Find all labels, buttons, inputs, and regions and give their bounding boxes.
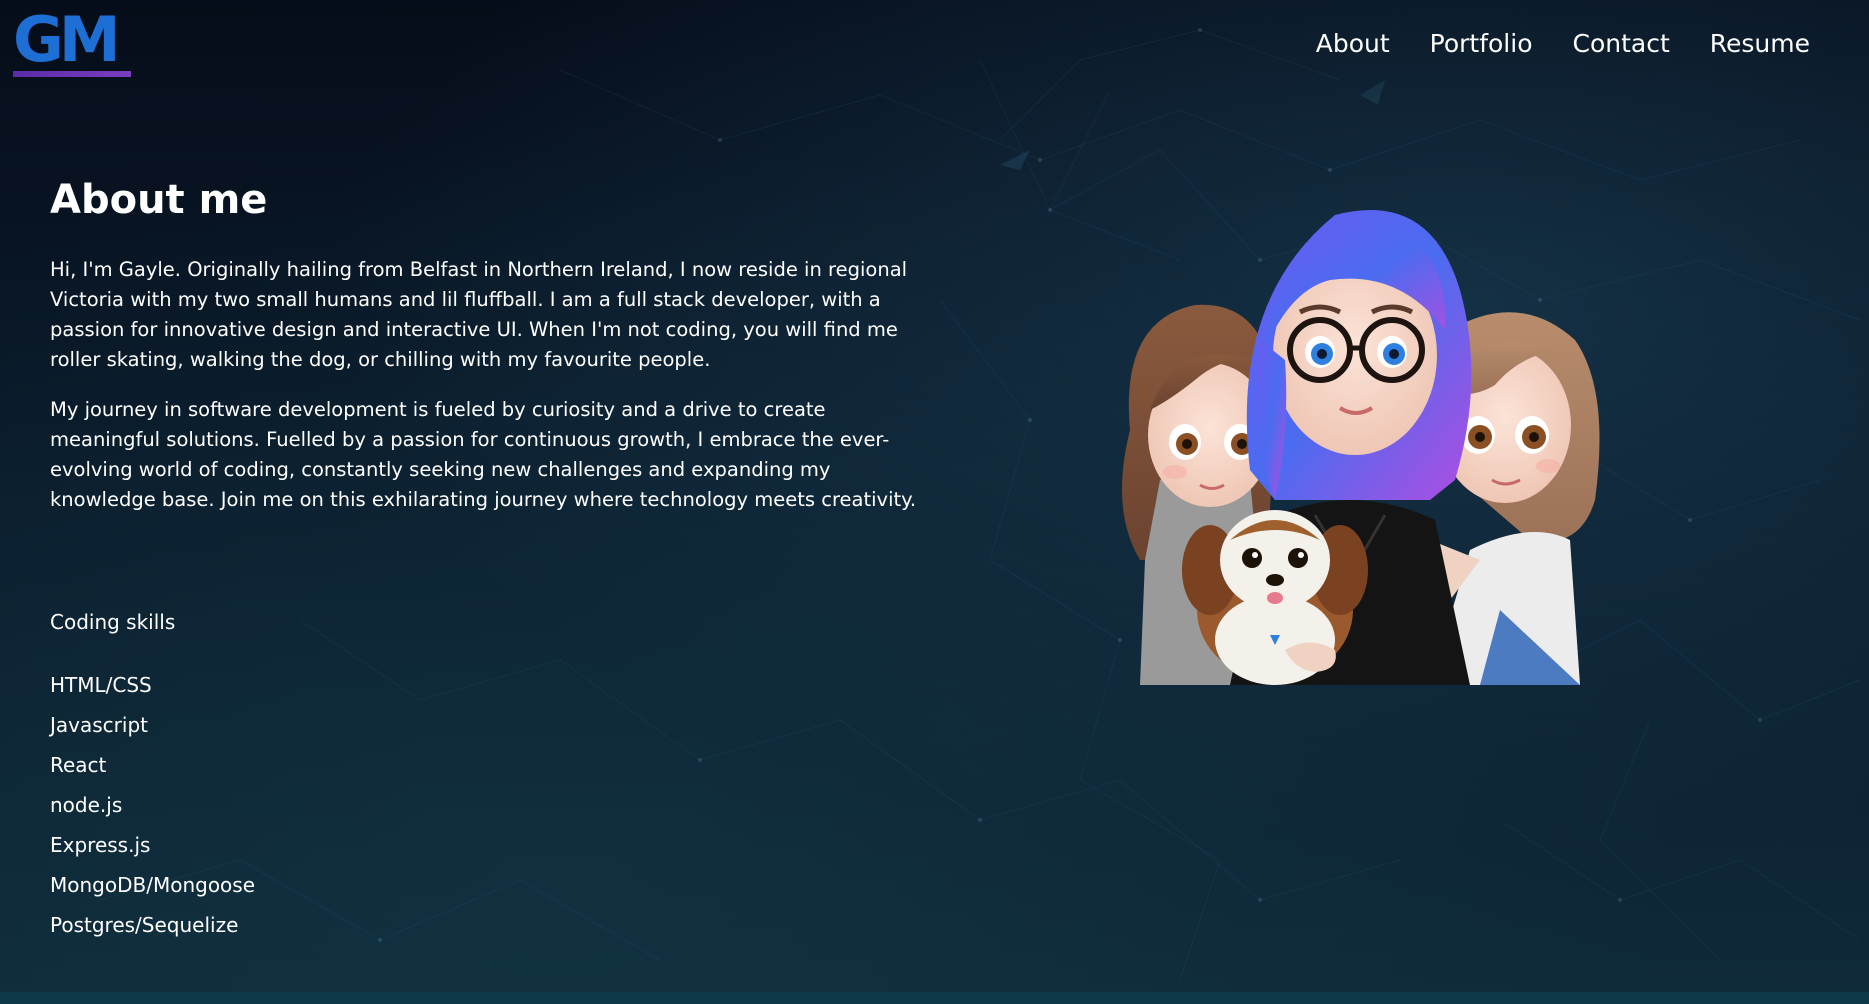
skill-item: MongoDB/Mongoose xyxy=(50,873,256,897)
nav-link-resume[interactable]: Resume xyxy=(1710,24,1810,64)
about-heading: About me xyxy=(50,177,268,223)
about-bio: Hi, I'm Gayle. Originally hailing from B… xyxy=(50,255,920,535)
logo-underline xyxy=(13,71,131,77)
skill-item: React xyxy=(50,753,107,777)
skill-item: Postgres/Sequelize xyxy=(50,913,239,937)
skills-heading: Coding skills xyxy=(50,610,176,634)
nav-link-about[interactable]: About xyxy=(1316,24,1390,64)
skill-item: HTML/CSS xyxy=(50,673,152,697)
bio-paragraph-journey: My journey in software development is fu… xyxy=(50,398,917,511)
skill-item: Express.js xyxy=(50,833,151,857)
family-avatar-illustration xyxy=(1122,210,1600,685)
bio-paragraph-intro: Hi, I'm Gayle. Originally hailing from B… xyxy=(50,258,908,371)
logo-text: GM xyxy=(13,3,121,76)
skill-item: Javascript xyxy=(50,713,148,737)
footer-strip xyxy=(0,992,1869,1004)
nav-link-portfolio[interactable]: Portfolio xyxy=(1430,24,1533,64)
coding-skills-section: Coding skills HTML/CSS Javascript React … xyxy=(50,607,255,945)
gm-logo-link[interactable]: GM xyxy=(13,3,131,77)
main-nav: About Portfolio Contact Resume xyxy=(1316,24,1810,64)
nav-link-contact[interactable]: Contact xyxy=(1573,24,1670,64)
skill-item: node.js xyxy=(50,793,123,817)
skills-list: HTML/CSS Javascript React node.js Expres… xyxy=(50,665,255,945)
